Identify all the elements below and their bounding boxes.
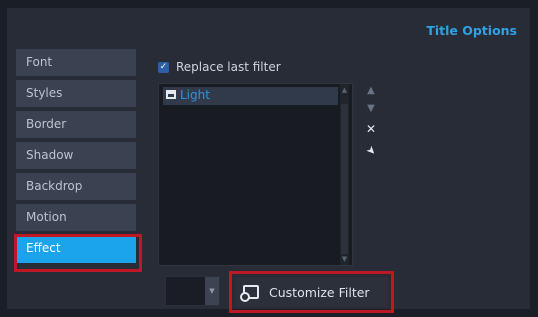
customize-filter-button[interactable]: Customize Filter (229, 271, 394, 313)
panel-title: Title Options (426, 23, 517, 38)
title-options-panel: Title Options Font Styles Border Shadow … (7, 8, 530, 313)
customize-filter-label: Customize Filter (269, 285, 370, 300)
tab-font[interactable]: Font (16, 49, 136, 76)
scrollbar-thumb[interactable] (341, 104, 348, 254)
arrow-down-icon[interactable]: ▼ (364, 102, 378, 116)
tab-border[interactable]: Border (16, 111, 136, 138)
scroll-down-icon[interactable]: ▼ (340, 255, 349, 263)
close-icon[interactable]: ✕ (364, 122, 378, 136)
replace-last-filter-label: Replace last filter (176, 60, 281, 74)
filter-icon (166, 90, 176, 99)
effect-tab-highlight (14, 234, 142, 272)
tab-styles[interactable]: Styles (16, 80, 136, 107)
filter-list[interactable]: Light ▲ ▼ (158, 83, 353, 266)
arrow-up-icon[interactable]: ▲ (364, 84, 378, 98)
scroll-up-icon[interactable]: ▲ (340, 86, 349, 94)
tab-shadow[interactable]: Shadow (16, 142, 136, 169)
list-item[interactable]: Light (163, 87, 338, 105)
filter-preset-combo[interactable]: ▼ (165, 276, 220, 306)
vertical-scrollbar[interactable]: ▲ ▼ (340, 84, 349, 265)
chevron-down-icon[interactable]: ▼ (205, 277, 219, 305)
tab-motion[interactable]: Motion (16, 204, 136, 231)
pin-icon[interactable]: ➤ (361, 141, 381, 161)
list-item-label: Light (180, 88, 210, 102)
customize-filter-icon (240, 285, 259, 302)
replace-last-filter-checkbox[interactable]: ✓ (158, 62, 169, 73)
tab-backdrop[interactable]: Backdrop (16, 173, 136, 200)
